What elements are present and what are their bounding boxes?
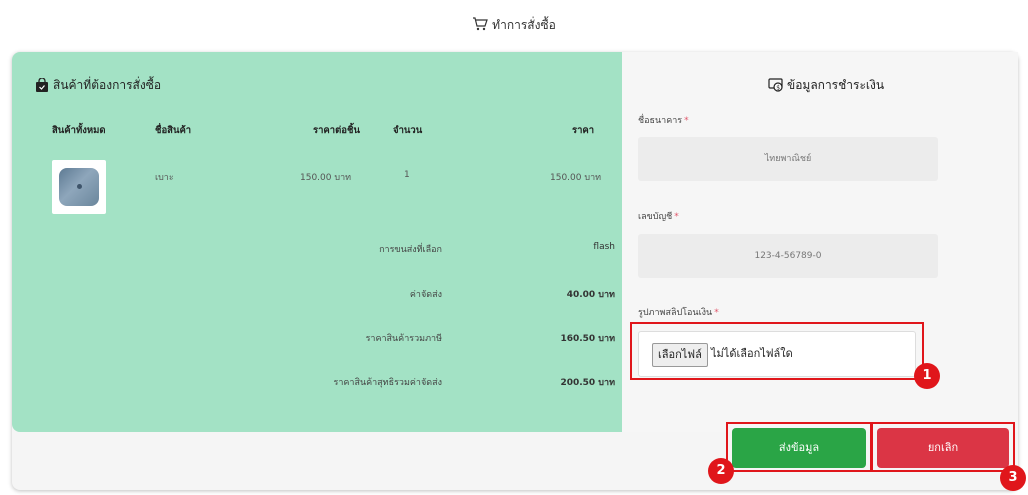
account-field[interactable]: 123-4-56789-0 xyxy=(638,234,938,278)
page-title: ทำการสั่งซื้อ xyxy=(0,16,1028,35)
summary-total-label: ราคาสินค้าสุทธิรวมค่าจัดส่ง xyxy=(333,378,442,388)
shopping-bag-icon xyxy=(35,77,49,95)
col-all-items: สินค้าทั้งหมด xyxy=(52,125,106,136)
cart-icon xyxy=(472,17,489,34)
pillow-image xyxy=(59,168,99,206)
svg-text:$: $ xyxy=(776,85,780,92)
payment-heading-text: ข้อมูลการชำระเงิน xyxy=(787,78,885,92)
summary-shipping-method-value: flash xyxy=(593,242,615,252)
highlight-box-cancel xyxy=(871,422,1015,472)
order-heading: สินค้าที่ต้องการสั่งซื้อ xyxy=(35,76,161,95)
payment-heading: $ ข้อมูลการชำระเงิน xyxy=(768,76,884,95)
col-name: ชื่อสินค้า xyxy=(155,125,192,136)
order-panel xyxy=(12,52,622,432)
item-price: 150.00 บาท xyxy=(550,173,602,183)
annotation-badge-2: 2 xyxy=(708,458,734,484)
bank-label: ชื่อธนาคาร * xyxy=(638,116,689,126)
annotation-badge-3: 3 xyxy=(1000,465,1026,491)
payment-icon: $ xyxy=(768,78,784,95)
highlight-box-file-input xyxy=(630,322,924,380)
item-name: เบาะ xyxy=(155,173,174,183)
bank-field[interactable]: ไทยพาณิชย์ xyxy=(638,137,938,181)
summary-subtotal-label: ราคาสินค้ารวมภาษี xyxy=(365,334,442,344)
summary-shipping-fee-value: 40.00 บาท xyxy=(566,290,615,300)
summary-shipping-method-label: การขนส่งที่เลือก xyxy=(379,245,442,255)
order-heading-text: สินค้าที่ต้องการสั่งซื้อ xyxy=(53,78,162,92)
annotation-badge-1: 1 xyxy=(914,363,940,389)
item-qty: 1 xyxy=(404,170,410,180)
summary-subtotal-value: 160.50 บาท xyxy=(560,334,615,344)
product-image xyxy=(52,160,106,214)
item-unit-price: 150.00 บาท xyxy=(300,173,352,183)
col-price: ราคา xyxy=(572,125,595,136)
page-title-text: ทำการสั่งซื้อ xyxy=(492,18,556,32)
summary-total-value: 200.50 บาท xyxy=(560,378,615,388)
slip-label: รูปภาพสลิปโอนเงิน * xyxy=(638,308,719,318)
summary-shipping-fee-label: ค่าจัดส่ง xyxy=(409,290,442,300)
account-label: เลขบัญชี * xyxy=(638,212,679,222)
highlight-box-submit xyxy=(726,422,872,472)
col-qty: จำนวน xyxy=(393,125,423,136)
col-unit-price: ราคาต่อชิ้น xyxy=(313,125,360,136)
